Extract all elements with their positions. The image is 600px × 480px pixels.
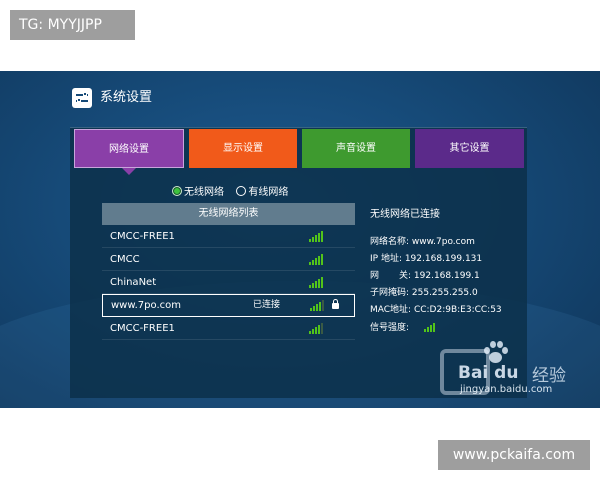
signal-strength-label: 信号强度: [370, 323, 410, 333]
watermark-jingyan: 经验 [532, 366, 566, 386]
signal-strength-icon [424, 323, 440, 332]
signal-strength-icon [309, 254, 327, 265]
wifi-list-item[interactable]: CMCC-FREE1 [102, 317, 355, 340]
wifi-name: CMCC-FREE1 [110, 231, 175, 242]
wifi-list-item[interactable]: ChinaNet [102, 271, 355, 294]
watermark-url: jingyan.baidu.com [460, 384, 553, 395]
tab-other-settings[interactable]: 其它设置 [415, 129, 524, 168]
ip-address-info: IP 地址: 192.168.199.131 [370, 254, 483, 264]
wifi-list: 无线网络列表 CMCC-FREE1 CMCC ChinaNet www.7po.… [102, 203, 355, 340]
gateway-info: 网 关: 192.168.199.1 [370, 270, 480, 282]
network-type-selector: 无线网络 有线网络 [172, 186, 288, 200]
connection-status-badge: 已连接 [253, 300, 281, 310]
tab-network-settings[interactable]: 网络设置 [74, 129, 184, 168]
wifi-name: CMCC-FREE1 [110, 323, 175, 334]
watermark-brand: Bai du [458, 363, 519, 383]
signal-strength-icon [310, 300, 328, 311]
gateway-label-a: 网 [370, 271, 380, 281]
gateway-label-b: 关: 192.168.199.1 [399, 271, 480, 281]
subnet-mask-info: 子网掩码: 255.255.255.0 [370, 288, 478, 298]
settings-sliders-icon [72, 88, 92, 108]
bottom-watermark-tag: www.pckaifa.com [438, 440, 590, 470]
wifi-name: www.7po.com [111, 300, 181, 311]
baidu-paw-icon [482, 341, 508, 365]
wired-radio-icon[interactable] [236, 186, 247, 196]
signal-strength-icon [309, 323, 327, 334]
page: TG: MYYJJPP 系统设置 网络设置 显示设置 声音设置 其它设置 无线网… [0, 0, 600, 480]
signal-strength-icon [309, 277, 327, 288]
lock-icon [332, 299, 339, 309]
tab-selected-arrow-icon [122, 168, 136, 175]
signal-strength-icon [309, 231, 327, 242]
wireless-radio-icon[interactable] [172, 186, 182, 196]
baidu-jingyan-watermark: Bai du 经验 jingyan.baidu.com [440, 339, 600, 405]
wifi-name: ChinaNet [110, 277, 157, 288]
mac-address-info: MAC地址: CC:D2:9B:E3:CC:53 [370, 305, 502, 315]
wired-radio-label[interactable]: 有线网络 [248, 187, 288, 198]
tab-display-settings[interactable]: 显示设置 [189, 129, 297, 168]
connection-status-text: 无线网络已连接 [370, 209, 440, 220]
top-watermark-tag: TG: MYYJJPP [10, 10, 135, 40]
wifi-list-item[interactable]: CMCC [102, 248, 355, 271]
wifi-list-item[interactable]: CMCC-FREE1 [102, 225, 355, 248]
page-title: 系统设置 [100, 90, 153, 105]
wifi-list-header: 无线网络列表 [102, 203, 355, 225]
network-name-info: 网络名称: www.7po.com [370, 237, 475, 247]
wifi-list-item-connected[interactable]: www.7po.com 已连接 [102, 294, 355, 317]
wireless-radio-label[interactable]: 无线网络 [184, 187, 224, 198]
tv-settings-screen: 系统设置 网络设置 显示设置 声音设置 其它设置 无线网络 有线网络 无线网络列… [0, 71, 600, 408]
wifi-name: CMCC [110, 254, 140, 265]
tab-sound-settings[interactable]: 声音设置 [302, 129, 410, 168]
